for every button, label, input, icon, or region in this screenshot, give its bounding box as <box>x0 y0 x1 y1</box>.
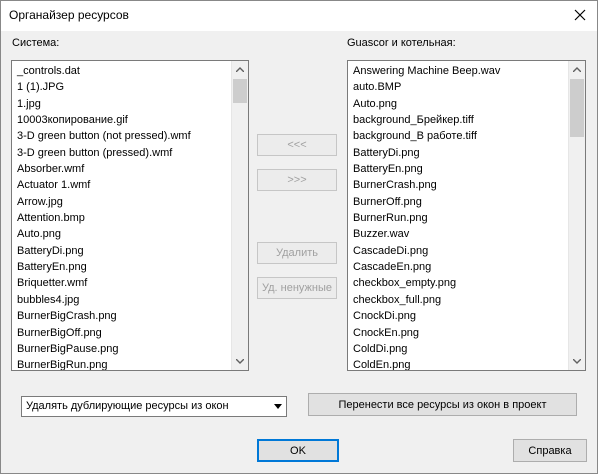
duplicate-handling-value: Удалять дублирующие ресурсы из окон <box>26 400 229 412</box>
list-item[interactable]: Auto.png <box>12 226 231 242</box>
right-scroll-down-button[interactable] <box>569 353 585 370</box>
list-item[interactable]: BatteryDi.png <box>348 145 568 161</box>
left-list-items: _controls.dat 1 (1).JPG 1.jpg 10003копирова… <box>12 61 231 370</box>
duplicate-handling-dropdown-button[interactable] <box>270 398 285 415</box>
close-button[interactable] <box>567 3 593 27</box>
list-item[interactable]: BurnerBigCrash.png <box>12 308 231 324</box>
list-item[interactable]: background_Брейкер.tiff <box>348 112 568 128</box>
list-item[interactable]: auto.BMP <box>348 79 568 95</box>
list-item[interactable]: Buzzer.wav <box>348 226 568 242</box>
left-scroll-down-button[interactable] <box>232 353 248 370</box>
right-scroll-up-button[interactable] <box>569 61 585 78</box>
list-item[interactable]: CnockDi.png <box>348 308 568 324</box>
move-right-button[interactable]: >>> <box>257 169 337 191</box>
list-item[interactable]: checkbox_empty.png <box>348 275 568 291</box>
list-item[interactable]: checkbox_full.png <box>348 292 568 308</box>
list-item[interactable]: background_В работе.tiff <box>348 128 568 144</box>
close-icon <box>574 9 586 21</box>
list-item[interactable]: Absorber.wmf <box>12 161 231 177</box>
delete-unused-button[interactable]: Уд. ненужные <box>257 277 337 299</box>
chevron-up-icon <box>573 67 581 72</box>
list-item[interactable]: BatteryEn.png <box>12 259 231 275</box>
list-item[interactable]: Actuator 1.wmf <box>12 177 231 193</box>
right-scroll-thumb[interactable] <box>570 79 584 137</box>
left-scroll-thumb[interactable] <box>233 79 247 103</box>
list-item[interactable]: Attention.bmp <box>12 210 231 226</box>
chevron-down-icon <box>573 359 581 364</box>
right-panel-label: Guascor и котельная: <box>347 37 456 49</box>
list-item[interactable]: BurnerCrash.png <box>348 177 568 193</box>
window-title: Органайзер ресурсов <box>9 8 129 22</box>
transfer-all-resources-button[interactable]: Перенести все ресурсы из окон в проект <box>308 393 577 416</box>
list-item[interactable]: BurnerRun.png <box>348 210 568 226</box>
right-resource-list[interactable]: Answering Machine Beep.wav auto.BMP Auto.p… <box>347 60 586 371</box>
list-item[interactable]: BurnerOff.png <box>348 194 568 210</box>
list-item[interactable]: _controls.dat <box>12 63 231 79</box>
list-item[interactable]: BurnerBigOff.png <box>12 325 231 341</box>
list-item[interactable]: 1 (1).JPG <box>12 79 231 95</box>
chevron-down-icon <box>236 359 244 364</box>
list-item[interactable]: Briquetter.wmf <box>12 275 231 291</box>
list-item[interactable]: Answering Machine Beep.wav <box>348 63 568 79</box>
help-button[interactable]: Справка <box>513 439 587 462</box>
left-panel-label: Система: <box>12 37 60 49</box>
left-resource-list[interactable]: _controls.dat 1 (1).JPG 1.jpg 10003копирова… <box>11 60 249 371</box>
list-item[interactable]: bubbles4.jpg <box>12 292 231 308</box>
list-item[interactable]: BatteryEn.png <box>348 161 568 177</box>
chevron-up-icon <box>236 67 244 72</box>
list-item[interactable]: BurnerBigPause.png <box>12 341 231 357</box>
move-left-button[interactable]: <<< <box>257 134 337 156</box>
list-item[interactable]: CnockEn.png <box>348 325 568 341</box>
list-item[interactable]: ColdEn.png <box>348 357 568 370</box>
list-item[interactable]: 10003копирование.gif <box>12 112 231 128</box>
list-item[interactable]: 3-D green button (not pressed).wmf <box>12 128 231 144</box>
left-list-scrollbar[interactable] <box>231 61 248 370</box>
list-item[interactable]: Arrow.jpg <box>12 194 231 210</box>
delete-button[interactable]: Удалить <box>257 242 337 264</box>
list-item[interactable]: 3-D green button (pressed).wmf <box>12 145 231 161</box>
list-item[interactable]: ColdDi.png <box>348 341 568 357</box>
list-item[interactable]: BurnerBigRun.png <box>12 357 231 370</box>
left-scroll-up-button[interactable] <box>232 61 248 78</box>
right-list-scrollbar[interactable] <box>568 61 585 370</box>
list-item[interactable]: BatteryDi.png <box>12 243 231 259</box>
list-item[interactable]: Auto.png <box>348 96 568 112</box>
ok-button[interactable]: OK <box>257 439 339 462</box>
list-item[interactable]: 1.jpg <box>12 96 231 112</box>
title-bar: Органайзер ресурсов <box>1 1 597 31</box>
duplicate-handling-select[interactable]: Удалять дублирующие ресурсы из окон <box>21 396 287 417</box>
list-item[interactable]: CascadeDi.png <box>348 243 568 259</box>
right-list-items: Answering Machine Beep.wav auto.BMP Auto.p… <box>348 61 568 370</box>
resource-organizer-dialog: Органайзер ресурсов Система: _controls.d… <box>0 0 598 474</box>
chevron-down-icon <box>273 404 282 409</box>
list-item[interactable]: CascadeEn.png <box>348 259 568 275</box>
